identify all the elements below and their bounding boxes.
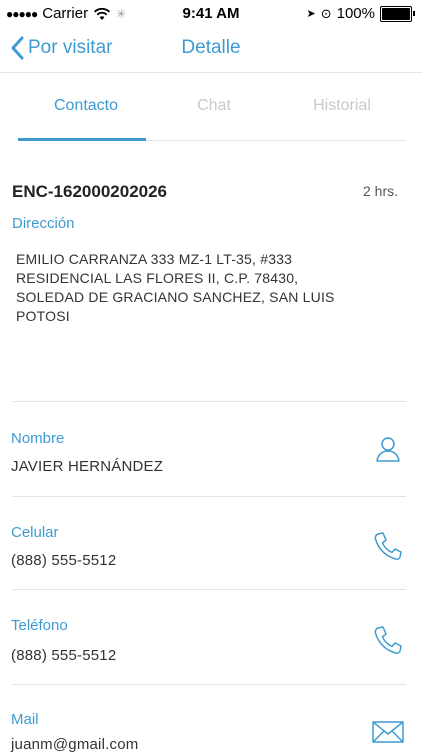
back-button-label: Por visitar [28, 37, 113, 58]
navigation-bar: Por visitar Detalle [0, 28, 422, 73]
carrier-label: Carrier [42, 5, 89, 22]
phone-label: Teléfono [11, 617, 68, 634]
phone-icon[interactable] [370, 622, 406, 658]
tab-chat[interactable]: Chat [150, 72, 278, 140]
time-ago: 2 hrs. [362, 183, 398, 199]
phone-icon[interactable] [370, 528, 406, 564]
status-bar: ●●●●● Carrier ✳ 9:41 AM ➤ ⊙ 100% [0, 0, 422, 28]
record-id: ENC-162000202026 [12, 182, 168, 201]
mail-value: juanm@gmail.com [11, 736, 139, 753]
battery-icon [380, 5, 415, 22]
status-right: ➤ ⊙ 100% [306, 5, 415, 22]
person-icon[interactable] [370, 432, 406, 468]
status-left: ●●●●● Carrier ✳ [6, 5, 126, 22]
address-line: RESIDENCIAL LAS FLORES II, C.P. 78430, [16, 270, 299, 286]
mobile-value: (888) 555-5512 [11, 552, 117, 569]
signal-icon: ●●●●● [6, 6, 38, 21]
name-label: Nombre [11, 430, 65, 447]
tab-historial[interactable]: Historial [278, 72, 406, 140]
back-button[interactable]: Por visitar [10, 36, 112, 60]
location-arrow-icon: ➤ [306, 8, 316, 20]
address-label: Dirección [12, 215, 75, 232]
mail-label: Mail [11, 711, 39, 728]
tab-bar: Contacto Chat Historial [18, 72, 406, 141]
activity-spinner-icon: ✳ [116, 6, 127, 21]
address-text: EMILIO CARRANZA 333 MZ-1 LT-35, #333 RES… [16, 250, 366, 326]
address-line: SOLEDAD DE GRACIANO SANCHEZ, SAN LUIS [16, 289, 335, 305]
mobile-label: Celular [11, 524, 59, 541]
divider [12, 401, 406, 402]
mail-icon[interactable] [370, 716, 406, 746]
chevron-left-icon [11, 36, 24, 60]
tab-contacto[interactable]: Contacto [18, 72, 150, 141]
name-value: JAVIER HERNÁNDEZ [11, 458, 164, 475]
address-line: EMILIO CARRANZA 333 MZ-1 LT-35, #333 [16, 251, 293, 267]
rotation-lock-icon: ⊙ [320, 5, 332, 21]
address-line: POTOSI [16, 308, 70, 324]
battery-percent: 100% [336, 5, 375, 22]
phone-value: (888) 555-5512 [11, 647, 117, 664]
divider [12, 589, 406, 590]
wifi-icon [94, 7, 111, 20]
divider [12, 496, 406, 497]
divider [12, 684, 406, 685]
